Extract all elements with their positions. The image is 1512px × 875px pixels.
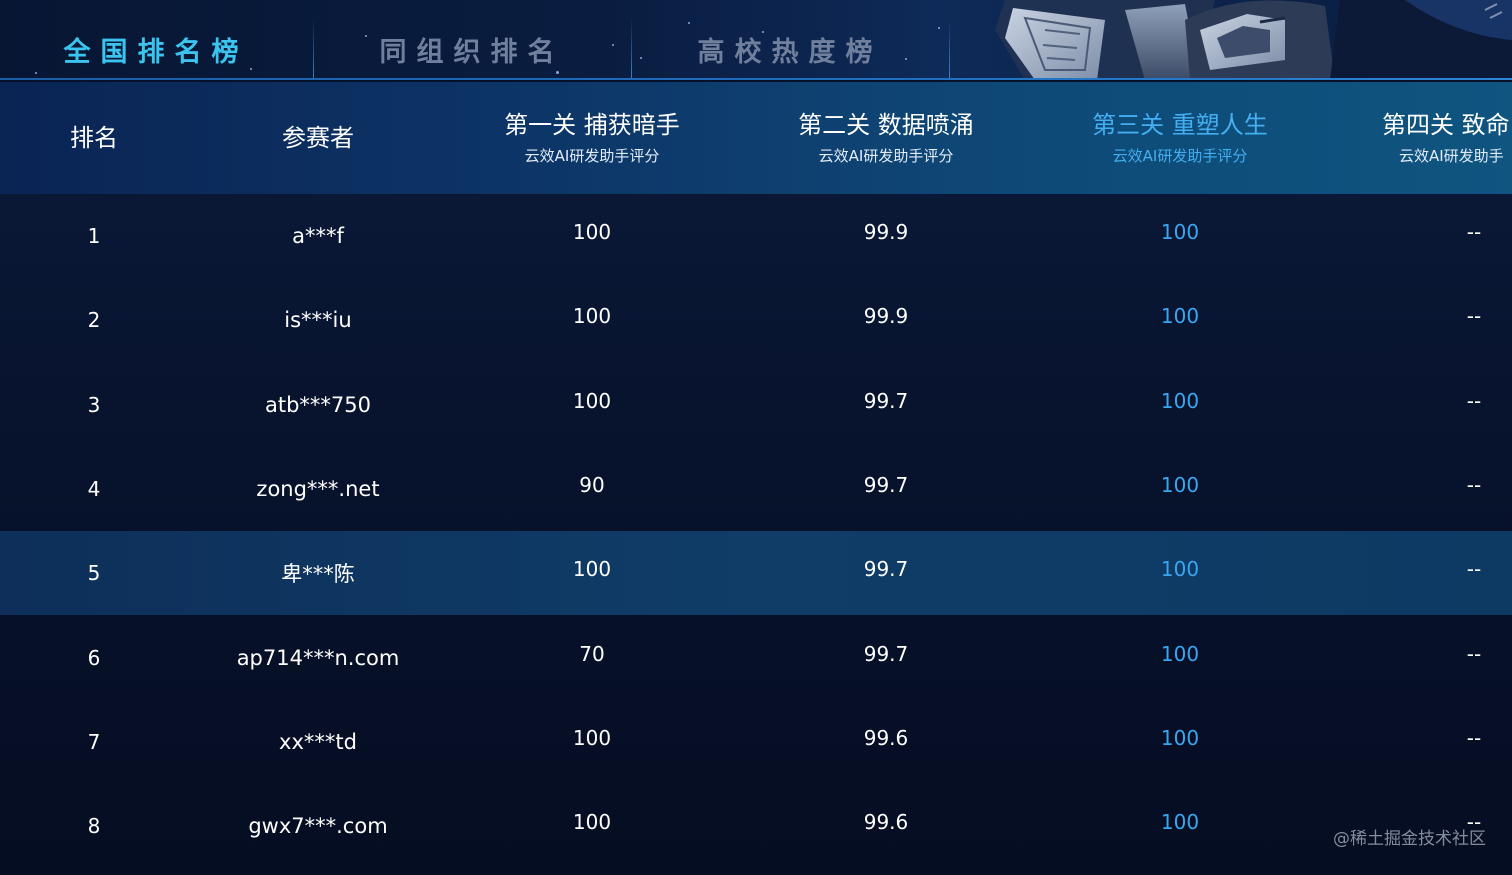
cell-stage3: 100 xyxy=(1160,725,1200,750)
cell-stage4: -- xyxy=(1466,220,1482,244)
column-header-participant[interactable]: 参赛者 xyxy=(188,82,448,194)
cell-stage1: 90 xyxy=(579,472,605,497)
cell-stage4: -- xyxy=(1466,472,1482,497)
cell-rank: 8 xyxy=(87,814,101,839)
cell-rank: 3 xyxy=(87,392,101,417)
cell-stage3: 100 xyxy=(1160,388,1200,413)
column-header-stage2[interactable]: 第二关 数据喷涌 云效AI研发助手评分 xyxy=(742,82,1030,194)
cell-participant: 卑***陈 xyxy=(281,562,355,587)
column-header-stage4[interactable]: 第四关 致命 云效AI研发助手 xyxy=(1382,82,1512,194)
cell-stage1: 100 xyxy=(572,725,612,750)
cell-rank: 7 xyxy=(87,729,101,754)
cell-participant: gwx7***.com xyxy=(248,814,388,839)
cell-stage2: 99.9 xyxy=(863,220,909,244)
tab-organization-ranking[interactable]: 同组织排名 xyxy=(314,18,630,80)
cell-stage2: 99.7 xyxy=(863,388,909,413)
cell-stage3: 100 xyxy=(1160,220,1200,244)
cell-stage2: 99.6 xyxy=(863,810,909,835)
cell-rank: 5 xyxy=(87,561,101,586)
cell-stage2: 99.9 xyxy=(863,304,909,329)
cell-stage1: 100 xyxy=(572,810,612,835)
cell-stage2: 99.6 xyxy=(863,725,909,750)
cell-participant: a***f xyxy=(292,224,344,248)
cell-stage4: -- xyxy=(1466,641,1482,666)
table-row[interactable]: 5 卑***陈 100 99.7 100 -- xyxy=(0,531,1512,616)
cell-stage1: 100 xyxy=(572,220,612,244)
cell-stage1: 100 xyxy=(572,557,612,582)
cell-stage3: 100 xyxy=(1160,557,1200,582)
column-header-sublabel: 云效AI研发助手评分 xyxy=(1112,147,1248,165)
table-row[interactable]: 4 zong***.net 90 99.7 100 -- xyxy=(0,447,1512,531)
cell-stage2: 99.7 xyxy=(863,472,909,497)
cell-stage3: 100 xyxy=(1160,472,1200,497)
tab-bar: 全国排名榜 同组织排名 高校热度榜 xyxy=(0,0,1512,80)
table-row[interactable]: 2 is***iu 100 99.9 100 -- xyxy=(0,278,1512,362)
column-header-sublabel: 云效AI研发助手评分 xyxy=(524,147,660,165)
watermark: @稀土掘金技术社区 xyxy=(1333,829,1486,849)
cell-rank: 6 xyxy=(87,645,101,670)
column-header-sublabel: 云效AI研发助手 xyxy=(1399,147,1504,165)
cell-stage4: -- xyxy=(1466,725,1482,750)
column-header-rank[interactable]: 排名 xyxy=(0,82,188,194)
cell-stage4: -- xyxy=(1466,304,1482,329)
cell-participant: is***iu xyxy=(284,308,352,333)
cell-stage2: 99.7 xyxy=(863,641,909,666)
column-header-stage1[interactable]: 第一关 捕获暗手 云效AI研发助手评分 xyxy=(448,82,736,194)
cell-stage4: -- xyxy=(1466,388,1482,413)
cell-participant: ap714***n.com xyxy=(236,645,400,670)
table-row[interactable]: 1 a***f 100 99.9 100 -- xyxy=(0,194,1512,278)
column-header-label: 第四关 致命 xyxy=(1382,111,1510,139)
tab-national-ranking[interactable]: 全国排名榜 xyxy=(0,18,312,80)
tab-university-ranking[interactable]: 高校热度榜 xyxy=(632,18,948,80)
column-header-label: 参赛者 xyxy=(282,124,354,152)
table-body: 1 a***f 100 99.9 100 -- 2 is***iu 100 99.9 100 -- 3 a… xyxy=(0,194,1512,875)
cell-participant: xx***td xyxy=(279,729,357,754)
column-header-label: 第二关 数据喷涌 xyxy=(798,111,974,139)
table-row[interactable]: 7 xx***td 100 99.6 100 -- xyxy=(0,700,1512,784)
cell-stage3: 100 xyxy=(1160,304,1200,329)
cell-stage1: 100 xyxy=(572,304,612,329)
tab-divider xyxy=(949,18,950,80)
table-row[interactable]: 6 ap714***n.com 70 99.7 100 -- xyxy=(0,616,1512,700)
spaceship-decoration-icon xyxy=(995,0,1512,80)
cell-participant: zong***.net xyxy=(256,476,380,501)
cell-rank: 2 xyxy=(87,308,101,333)
cell-stage4: -- xyxy=(1466,810,1482,835)
column-header-stage3[interactable]: 第三关 重塑人生 云效AI研发助手评分 xyxy=(1036,82,1324,194)
table-row[interactable]: 8 gwx7***.com 100 99.6 100 -- xyxy=(0,784,1512,868)
cell-stage3: 100 xyxy=(1160,641,1200,666)
cell-rank: 1 xyxy=(87,224,101,248)
column-header-label: 第三关 重塑人生 xyxy=(1092,111,1268,139)
cell-rank: 4 xyxy=(87,476,101,501)
cell-stage3: 100 xyxy=(1160,810,1200,835)
column-header-label: 第一关 捕获暗手 xyxy=(504,111,680,139)
table-header: 排名 参赛者 第一关 捕获暗手 云效AI研发助手评分 第二关 数据喷涌 云效AI… xyxy=(0,82,1512,194)
table-row[interactable]: 3 atb***750 100 99.7 100 -- xyxy=(0,363,1512,447)
leaderboard-page: 全国排名榜 同组织排名 高校热度榜 排名 参赛者 第一关 捕获暗手 云效AI研发… xyxy=(0,0,1512,875)
cell-stage2: 99.7 xyxy=(863,557,909,582)
cell-stage1: 100 xyxy=(572,388,612,413)
column-header-sublabel: 云效AI研发助手评分 xyxy=(818,147,954,165)
cell-stage4: -- xyxy=(1466,557,1482,582)
cell-participant: atb***750 xyxy=(264,392,371,417)
cell-stage1: 70 xyxy=(579,641,605,666)
column-header-label: 排名 xyxy=(70,124,118,152)
